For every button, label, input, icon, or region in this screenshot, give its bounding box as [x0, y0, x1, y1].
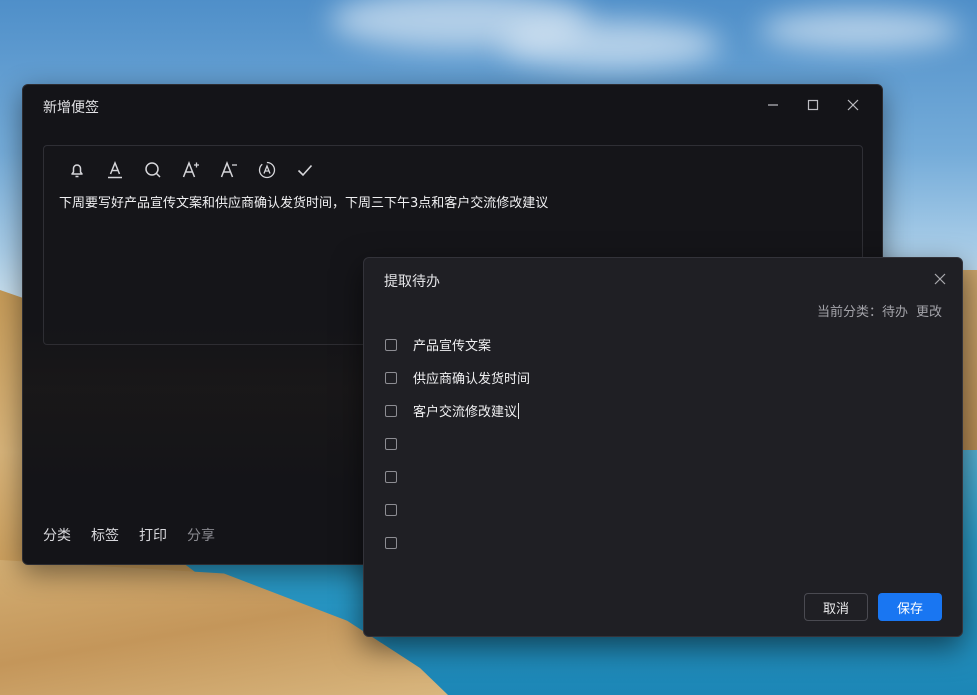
todo-item: 客户交流修改建议	[384, 394, 944, 427]
todo-item-empty	[384, 427, 944, 460]
note-content[interactable]: 下周要写好产品宣传文案和供应商确认发货时间，下周三下午3点和客户交流修改建议	[59, 192, 548, 211]
search-icon	[145, 162, 161, 178]
checkmark-icon	[297, 164, 313, 177]
search-button[interactable]	[138, 158, 168, 182]
font-increase-button[interactable]	[176, 158, 206, 182]
dialog-title: 提取待办	[384, 274, 440, 290]
font-increase-icon	[182, 160, 199, 178]
extract-todo-button[interactable]	[290, 158, 320, 182]
cancel-button[interactable]: 取消	[804, 593, 868, 621]
window-title: 新增便签	[43, 100, 99, 116]
spellcheck-icon	[258, 161, 276, 179]
current-category: 当前分类：待办 更改	[817, 301, 942, 320]
dialog-close-button[interactable]	[930, 269, 950, 289]
todo-list: 产品宣传文案 供应商确认发货时间 客户交流修改建议	[384, 328, 944, 559]
close-icon	[934, 273, 946, 285]
minimize-icon	[768, 104, 778, 106]
maximize-icon	[807, 99, 819, 111]
maximize-button[interactable]	[796, 93, 830, 117]
todo-item-empty	[384, 460, 944, 493]
share-button[interactable]: 分享	[187, 525, 215, 545]
reminder-button[interactable]	[62, 158, 92, 182]
text-caret	[518, 403, 520, 419]
close-icon	[847, 99, 859, 111]
editor-toolbar	[62, 158, 320, 182]
print-button[interactable]: 打印	[139, 525, 167, 545]
close-button[interactable]	[836, 93, 870, 117]
todo-text-editing[interactable]: 客户交流修改建议	[413, 401, 520, 420]
todo-checkbox[interactable]	[385, 338, 397, 351]
todo-text[interactable]: 产品宣传文案	[413, 335, 491, 354]
text-color-icon	[108, 161, 122, 179]
todo-item: 供应商确认发货时间	[384, 361, 944, 394]
todo-checkbox[interactable]	[385, 371, 397, 384]
font-decrease-button[interactable]	[214, 158, 244, 182]
current-category-label: 当前分类：待办	[816, 305, 908, 320]
todo-text[interactable]: 供应商确认发货时间	[413, 368, 530, 387]
extract-todo-dialog: 提取待办 当前分类：待办 更改 产品宣传文案 供应商确认发货时间 客户交流修改建…	[363, 257, 963, 637]
todo-item-empty	[384, 493, 944, 526]
todo-item-empty	[384, 526, 944, 559]
bottom-action-bar: 分类 标签 打印 分享	[43, 525, 215, 545]
spellcheck-button[interactable]	[252, 158, 282, 182]
text-color-button[interactable]	[100, 158, 130, 182]
todo-text-value: 客户交流修改建议	[413, 405, 518, 420]
todo-checkbox[interactable]	[385, 503, 397, 516]
todo-item: 产品宣传文案	[384, 328, 944, 361]
bell-icon	[71, 164, 83, 178]
minimize-button[interactable]	[756, 93, 790, 117]
category-button[interactable]: 分类	[43, 525, 71, 545]
font-decrease-icon	[220, 160, 237, 178]
window-controls	[756, 93, 870, 117]
todo-checkbox[interactable]	[385, 404, 397, 417]
todo-checkbox[interactable]	[385, 470, 397, 483]
tag-button[interactable]: 标签	[91, 525, 119, 545]
change-category-link[interactable]: 更改	[916, 301, 942, 320]
save-button[interactable]: 保存	[878, 593, 942, 621]
todo-checkbox[interactable]	[385, 536, 397, 549]
todo-checkbox[interactable]	[385, 437, 397, 450]
